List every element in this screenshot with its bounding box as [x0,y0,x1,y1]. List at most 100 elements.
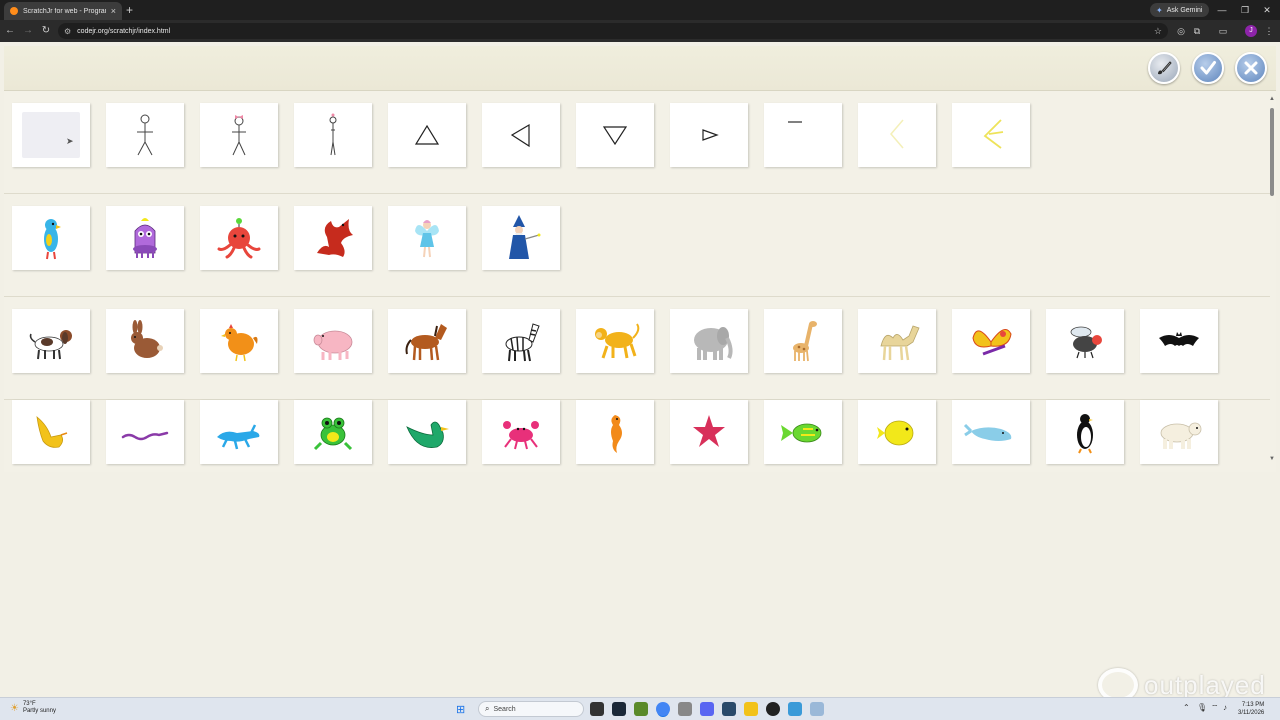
file-explorer-icon[interactable] [744,702,758,716]
cancel-button[interactable] [1235,52,1267,84]
scratchjr-favicon-icon [10,7,18,15]
library-item-crab[interactable] [482,400,560,464]
url-text[interactable]: codejr.org/scratchjr/index.html [77,28,1148,35]
library-item-dog[interactable] [12,309,90,373]
library-item-triangle-down[interactable] [576,103,654,167]
app5-icon[interactable] [810,702,824,716]
bat-icon [1159,332,1199,346]
library-item-polar-bear[interactable] [1140,400,1218,464]
library-item-snake[interactable] [106,400,184,464]
site-info-icon[interactable]: ⚙ [64,27,71,36]
library-item-bat[interactable] [1140,309,1218,373]
whale-icon [963,423,1012,441]
library-item-penguin[interactable] [1046,400,1124,464]
ask-gemini-button[interactable]: ✦ Ask Gemini [1150,3,1209,17]
app-icon[interactable] [678,702,692,716]
library-item-triangle-left[interactable] [482,103,560,167]
library-item-elephant[interactable] [670,309,748,373]
library-item-fairy[interactable] [388,206,466,270]
confirm-button[interactable] [1192,52,1224,84]
library-item-whale[interactable] [952,400,1030,464]
library-item-yellow-bird[interactable] [12,400,90,464]
chrome-icon[interactable] [656,702,670,716]
paint-editor-button[interactable] [1148,52,1180,84]
library-row-animals [4,297,1270,400]
mouse-cursor-icon: ➤ [66,136,74,146]
clock-date: 3/11/2026 [1238,710,1265,716]
library-item-purple-monster[interactable] [106,206,184,270]
library-item-camel[interactable] [858,309,936,373]
windows-start-icon[interactable]: ⊞ [456,703,465,716]
library-item-yellow-fish[interactable] [858,400,936,464]
split-view-icon[interactable]: ▭ [1216,24,1230,38]
library-item-green-fish[interactable] [764,400,842,464]
lens-icon[interactable]: ◎ [1174,24,1188,38]
wifi-icon[interactable]: ⌔ [1211,703,1219,713]
library-scrollbar[interactable]: ▲ ▼ [1268,96,1276,464]
library-item-lizard[interactable] [200,400,278,464]
task-view-icon[interactable] [590,702,604,716]
library-item-stick-figure-side[interactable] [294,103,372,167]
omnibox[interactable]: ⚙ codejr.org/scratchjr/index.html ☆ [58,23,1168,39]
app4-icon[interactable] [788,702,802,716]
taskbar-clock[interactable]: 7:13 PM 3/11/2026 [1238,701,1264,717]
library-item-wizard[interactable] [482,206,560,270]
steam-icon[interactable] [612,702,626,716]
library-item-rabbit[interactable] [106,309,184,373]
library-item-monkey[interactable] [576,309,654,373]
library-item-frog[interactable] [294,400,372,464]
library-item-seahorse[interactable] [576,400,654,464]
app3-icon[interactable] [766,702,780,716]
browser-menu-icon[interactable]: ⋮ [1262,24,1276,38]
library-item-horse[interactable] [388,309,466,373]
minimize-window-button[interactable]: — [1215,3,1229,17]
library-item-triangle-right[interactable] [670,103,748,167]
scroll-up-icon[interactable]: ▲ [1269,96,1275,102]
taskbar-search[interactable]: ⌕ Search [478,701,584,717]
library-item-blue-bird[interactable] [12,206,90,270]
back-button[interactable]: ← [3,24,17,38]
library-item-duck[interactable] [388,400,466,464]
app2-icon[interactable] [722,702,736,716]
butterfly-icon [972,329,1012,356]
library-item-blank[interactable]: ➤ [12,103,90,167]
new-tab-button[interactable]: + [126,3,133,17]
library-item-giraffe[interactable] [764,309,842,373]
extensions-icon[interactable]: ⧉ [1190,24,1204,38]
minecraft-icon[interactable] [634,702,648,716]
discord-icon[interactable] [700,702,714,716]
profile-avatar[interactable]: J [1245,25,1257,37]
forward-button[interactable]: → [21,24,35,38]
restore-window-button[interactable]: ❐ [1238,3,1252,17]
library-item-pig[interactable] [294,309,372,373]
scroll-thumb[interactable] [1270,108,1274,196]
scroll-down-icon[interactable]: ▼ [1269,456,1275,462]
tab-close-icon[interactable]: × [111,6,116,16]
library-item-stick-figure-bow[interactable] [200,103,278,167]
library-item-line[interactable] [764,103,842,167]
red-octopus-icon [217,218,261,259]
library-item-stick-figure[interactable] [106,103,184,167]
mic-icon[interactable]: 🎙 [1197,703,1207,712]
library-item-starfish[interactable] [670,400,748,464]
taskbar-search-label: Search [493,705,516,713]
library-item-red-octopus[interactable] [200,206,278,270]
tray-chevron-icon[interactable]: ⌃ [1183,703,1190,712]
close-window-button[interactable]: ✕ [1260,3,1274,17]
library-item-triangle-up[interactable] [388,103,466,167]
library-item-chicken[interactable] [200,309,278,373]
browser-tab[interactable]: ScratchJr for web - Program × [4,2,122,20]
giraffe-icon [793,321,817,362]
library-item-butterfly[interactable] [952,309,1030,373]
bookmark-star-icon[interactable]: ☆ [1154,26,1162,37]
dog-icon [29,330,72,360]
triangle-left-icon [510,123,530,148]
library-item-red-dragon[interactable] [294,206,372,270]
library-item-yellow-chevron-faint[interactable] [858,103,936,167]
library-item-fly[interactable] [1046,309,1124,373]
weather-widget[interactable]: ☀ 73°F Partly sunny [10,701,56,715]
library-item-yellow-chevron[interactable] [952,103,1030,167]
library-item-zebra[interactable] [482,309,560,373]
reload-button[interactable]: ↻ [39,24,53,38]
volume-icon[interactable]: ♪ [1223,703,1227,712]
